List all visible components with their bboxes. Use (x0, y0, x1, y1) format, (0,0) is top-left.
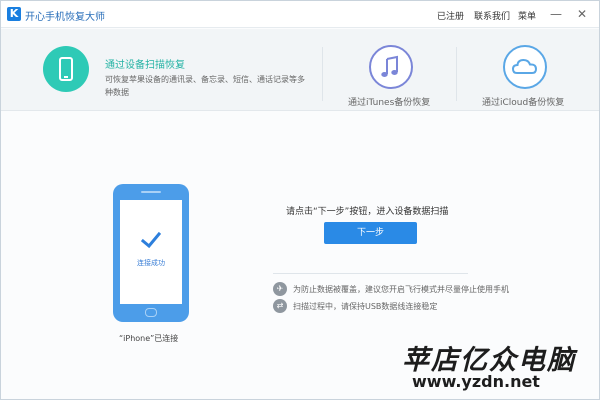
scan-prompt-text: 请点击“下一步”按钮，进入设备数据扫描 (286, 207, 449, 217)
connected-phone-illustration: 连接成功 (113, 184, 189, 322)
icloud-mode-label: 通过iCloud备份恢复 (482, 98, 565, 108)
cloud-glyph (511, 58, 538, 74)
next-step-button[interactable]: 下一步 (324, 222, 417, 244)
phone-home-button (145, 308, 157, 317)
tip-usb-stable: 扫描过程中，请保持USB数据线连接稳定 (293, 302, 438, 311)
phone-screen: 连接成功 (120, 200, 182, 304)
usb-icon: ⇄ (273, 299, 287, 313)
scan-mode-description: 可恢复苹果设备的通讯录、备忘录、短信、通话记录等多种数据 (105, 75, 305, 97)
device-connected-label: “iPhone”已连接 (119, 334, 179, 343)
airplane-icon: ✈ (273, 282, 287, 296)
phone-speaker (141, 191, 161, 193)
music-note-icon[interactable] (369, 45, 413, 89)
itunes-mode-label: 通过iTunes备份恢复 (348, 98, 431, 108)
close-button[interactable]: ✕ (577, 7, 587, 21)
scan-mode-title: 通过设备扫描恢复 (105, 60, 185, 71)
connection-success-text: 连接成功 (137, 259, 165, 267)
contact-us-link[interactable]: 联系我们 (474, 9, 510, 22)
music-note-glyph (381, 55, 398, 77)
mode-divider (456, 47, 457, 101)
minimize-button[interactable]: — (550, 7, 562, 21)
brand-watermark-url: www.yzdn.net (412, 372, 540, 391)
app-logo-icon: K (7, 7, 21, 21)
tips-divider (273, 273, 468, 274)
checkmark-icon (141, 231, 161, 249)
registered-link[interactable]: 已注册 (437, 9, 464, 22)
title-bar: K 开心手机恢复大师 已注册 联系我们 菜单 — ✕ (1, 1, 599, 28)
phone-icon[interactable] (43, 46, 89, 92)
phone-outline (59, 57, 73, 81)
cloud-icon[interactable] (503, 45, 547, 89)
menu-link[interactable]: 菜单 (518, 9, 536, 22)
mode-divider (322, 47, 323, 101)
tip-airplane-mode: 为防止数据被覆盖，建议您开启飞行模式并尽量停止使用手机 (293, 285, 509, 294)
app-title: 开心手机恢复大师 (25, 12, 105, 23)
recovery-mode-bar: 通过设备扫描恢复 可恢复苹果设备的通讯录、备忘录、短信、通话记录等多种数据 通过… (1, 29, 599, 111)
